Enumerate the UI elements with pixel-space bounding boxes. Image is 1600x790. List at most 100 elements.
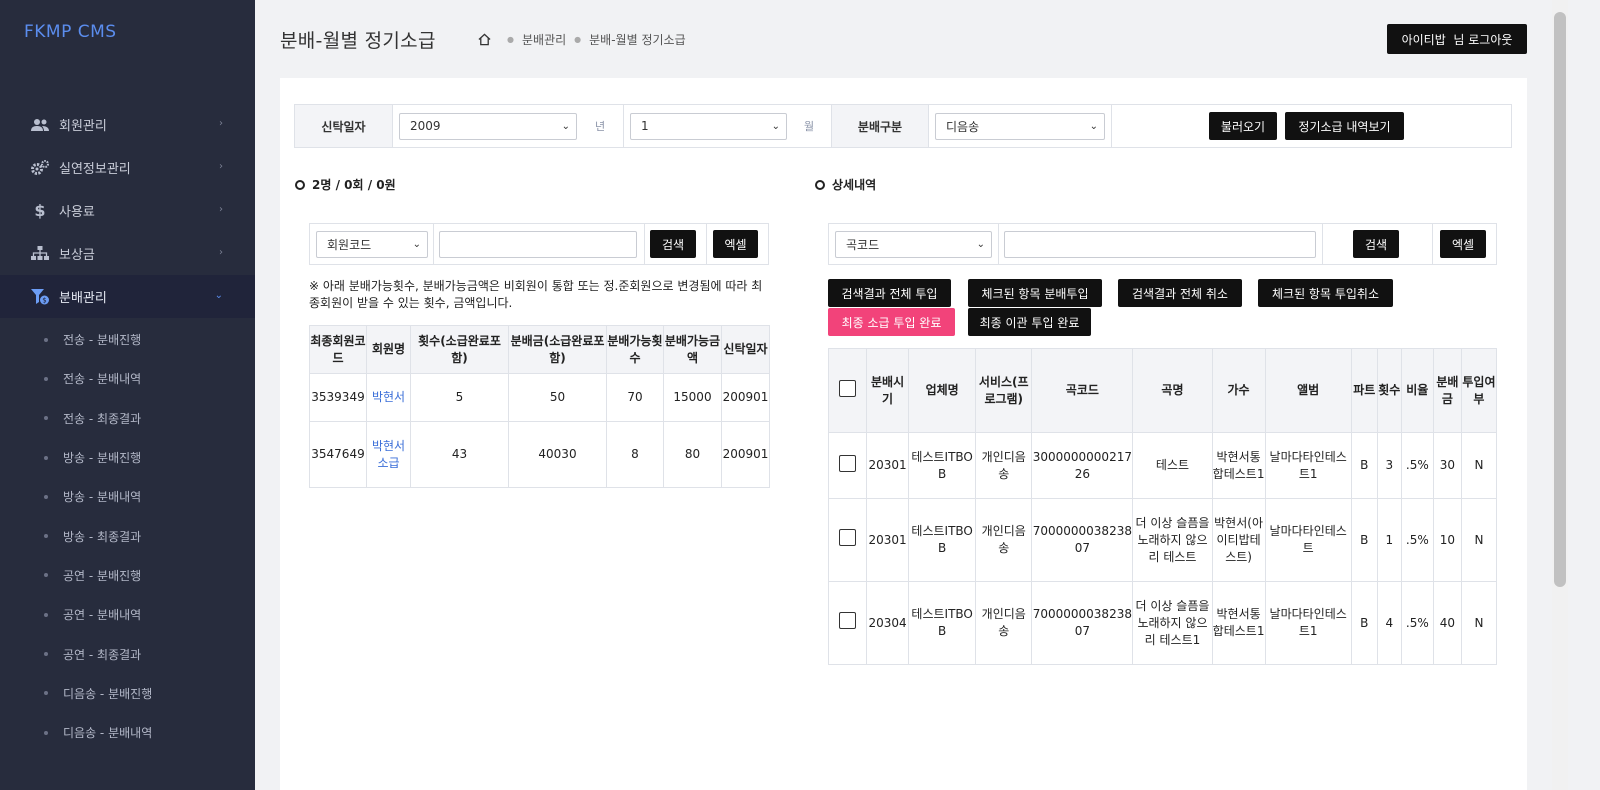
funnel-dollar-icon: $ (30, 288, 50, 305)
sidebar-subitem[interactable]: 공연 - 분배진행 (0, 556, 255, 595)
sidebar-subitem[interactable]: 공연 - 분배내역 (0, 595, 255, 634)
load-button[interactable]: 불러오기 (1209, 112, 1277, 140)
bullet-icon (44, 455, 48, 460)
circle-icon (295, 179, 305, 190)
select-all-checkbox[interactable] (839, 379, 857, 397)
table-row[interactable]: 20301 테스트ITBOB 개인디음송 300000000021726 테스트… (827, 432, 1498, 499)
circle-icon (815, 179, 825, 190)
logout-button[interactable]: 아이티밥 님 로그아웃 (1387, 24, 1527, 54)
cancel-checked-button[interactable]: 체크된 항목 투입취소 (1258, 279, 1393, 307)
scrollbar-thumb[interactable] (1554, 12, 1566, 587)
detail-table: 분배시기 업체명 서비스(프로그램) 곡코드 곡명 가수 앨범 파트 횟수 비율… (827, 348, 1498, 665)
page-title: 분배-월별 정기소급 (280, 30, 436, 52)
table-row[interactable]: 20301 테스트ITBOB 개인디음송 700000003823807 더 이… (827, 498, 1498, 582)
artist: 박현서통합테스트1 (1211, 581, 1266, 665)
count: 5 (410, 373, 509, 422)
row-checkbox[interactable] (839, 529, 857, 546)
summary-title: 2명 / 0회 / 0원 (295, 176, 396, 193)
sidebar-subitem[interactable]: 전송 - 분배진행 (0, 320, 255, 359)
cancel-all-results-button[interactable]: 검색결과 전체 취소 (1118, 279, 1242, 307)
song-search-input[interactable] (1004, 231, 1316, 258)
sidebar-subitem[interactable]: 디음송 - 분배진행 (0, 674, 255, 713)
bullet-icon (44, 612, 48, 617)
sidebar-subitem[interactable]: 전송 - 최종결과 (0, 399, 255, 438)
song-search-select[interactable]: 곡코드 ⌄ (835, 231, 992, 258)
song-name: 더 이상 슬픔을 노래하지 않으리 테스트 (1132, 498, 1213, 582)
divider (433, 224, 434, 264)
song-name: 더 이상 슬픔을 노래하지 않으리 테스트1 (1132, 581, 1213, 665)
amount: 50 (508, 373, 607, 422)
year-select[interactable]: 2009 ⌄ (399, 112, 577, 140)
sidebar-subitem[interactable]: 전송 - 분배내역 (0, 359, 255, 398)
detail-title: 상세내역 (815, 176, 876, 193)
song-search-box: 곡코드 ⌄ 검색 엑셀 (828, 223, 1497, 265)
row-checkbox[interactable] (839, 612, 857, 629)
count: 43 (410, 421, 509, 488)
user-name: 아이티밥 (1401, 32, 1446, 47)
column-header: 비율 (1400, 348, 1434, 433)
column-header: 분배가능횟수 (606, 325, 664, 374)
sidebar-subitem[interactable]: 방송 - 분배내역 (0, 477, 255, 516)
member-search-select[interactable]: 회원코드 ⌄ (316, 231, 428, 258)
member-name-link[interactable]: 박현서소급 (366, 421, 411, 488)
category-select[interactable]: 디음송 ⌄ (935, 112, 1105, 140)
svg-text:$: $ (42, 296, 46, 304)
column-header: 분배금(소급완료포함) (508, 325, 607, 374)
member-search-button[interactable]: 검색 (650, 230, 696, 258)
divider (706, 224, 707, 264)
member-search-input[interactable] (439, 231, 637, 258)
member-table: 최종회원코드 회원명 횟수(소급완료포함) 분배금(소급완료포함) 분배가능횟수… (309, 325, 770, 488)
sidebar-item-compensation[interactable]: 보상금 › (0, 232, 255, 275)
member-excel-button[interactable]: 엑셀 (713, 230, 758, 258)
chevron-right-icon: › (219, 161, 223, 172)
sidebar-item-performance[interactable]: 실연정보관리 › (0, 146, 255, 189)
breadcrumb-separator: ● (507, 35, 514, 44)
final-transfer-complete-button[interactable]: 최종 이관 투입 완료 (968, 308, 1091, 336)
trust-date: 200901 (721, 373, 770, 422)
song-code: 700000003823807 (1031, 581, 1134, 665)
dist-period: 20301 (866, 432, 910, 499)
view-history-button[interactable]: 정기소급 내역보기 (1285, 112, 1404, 140)
home-icon[interactable] (478, 33, 491, 46)
sidebar-item-distribution[interactable]: $ 분배관리 ⌄ (0, 275, 255, 318)
column-header: 곡명 (1132, 348, 1213, 433)
add-all-results-button[interactable]: 검색결과 전체 투입 (828, 279, 951, 307)
month-unit: 월 (803, 120, 815, 133)
chevron-right-icon: › (219, 247, 223, 258)
sidebar-item-royalty[interactable]: $ 사용료 › (0, 189, 255, 232)
song-excel-button[interactable]: 엑셀 (1440, 230, 1486, 258)
sidebar-item-member[interactable]: 회원관리 › (0, 103, 255, 146)
table-row[interactable]: 20304 테스트ITBOB 개인디음송 700000003823807 더 이… (827, 581, 1498, 665)
sidebar-subitem[interactable]: 디음송 - 분배내역 (0, 713, 255, 752)
brand-logo[interactable]: FKMP CMS (24, 22, 117, 42)
sidebar-subitem[interactable]: 공연 - 최종결과 (0, 634, 255, 673)
breadcrumb-item[interactable]: 분배관리 (522, 31, 566, 48)
artist: 박현서(아이티밥테스트) (1211, 498, 1266, 582)
count: 3 (1376, 432, 1402, 499)
chevron-down-icon: ⌄ (412, 239, 421, 250)
member-name-link[interactable]: 박현서 (366, 373, 411, 422)
final-retro-complete-button[interactable]: 최종 소급 투입 완료 (828, 308, 955, 336)
input-status: N (1460, 581, 1498, 665)
users-icon (30, 117, 50, 133)
bullet-icon (44, 573, 48, 578)
sidebar-item-label: 사용료 (59, 205, 95, 220)
song-search-button[interactable]: 검색 (1353, 230, 1399, 258)
chevron-down-icon: ⌄ (976, 239, 985, 250)
service: 개인디음송 (975, 432, 1033, 499)
month-select[interactable]: 1 ⌄ (630, 112, 787, 140)
row-select-cell (827, 498, 868, 582)
add-checked-button[interactable]: 체크된 항목 분배투입 (968, 279, 1102, 307)
sidebar-item-label: 회원관리 (59, 119, 107, 134)
breadcrumb: ● 분배관리 ● 분배-월별 정기소급 (478, 31, 686, 48)
sidebar-subitem[interactable]: 방송 - 분배진행 (0, 438, 255, 477)
count: 1 (1376, 498, 1402, 582)
table-row[interactable]: 3547649 박현서소급 43 40030 8 80 200901 (309, 421, 770, 488)
column-header: 파트 (1350, 348, 1378, 433)
sidebar-subitem[interactable]: 방송 - 최종결과 (0, 516, 255, 555)
table-row[interactable]: 3539349 박현서 5 50 70 15000 200901 (309, 373, 770, 422)
filter-bar: 신탁일자 2009 ⌄ 년 1 ⌄ 월 분배구분 디음송 ⌄ 불러오기 정기소급 내역… (294, 104, 1512, 148)
row-checkbox[interactable] (839, 454, 857, 472)
album: 날마다타인테스트1 (1264, 581, 1352, 665)
company-name: 테스트ITBOB (908, 432, 977, 499)
